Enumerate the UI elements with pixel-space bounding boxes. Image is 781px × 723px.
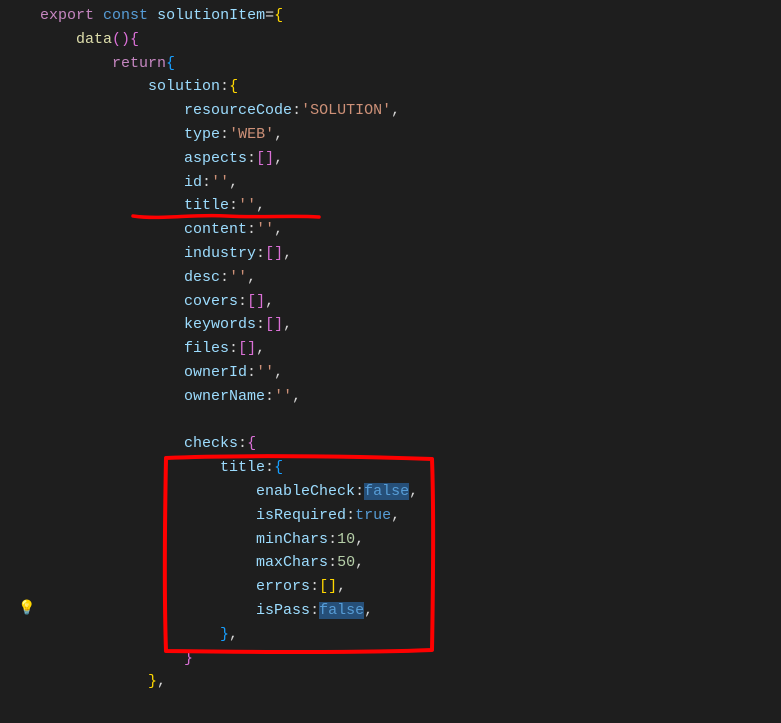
operator: =	[265, 7, 274, 24]
string: ''	[211, 174, 229, 191]
bracket: [	[265, 316, 274, 333]
code-line: title:'',	[40, 194, 781, 218]
code-line: export const solutionItem={	[40, 4, 781, 28]
code-line: content:'',	[40, 218, 781, 242]
brace: {	[247, 435, 256, 452]
code-line: checks:{	[40, 432, 781, 456]
code-line: data(){	[40, 28, 781, 52]
keyword-export: export	[40, 7, 94, 24]
string: ''	[229, 269, 247, 286]
keyword-const: const	[103, 7, 148, 24]
code-line: enableCheck:false,	[40, 480, 781, 504]
property: isRequired	[256, 507, 346, 524]
bracket: [	[256, 150, 265, 167]
code-line: title:{	[40, 456, 781, 480]
property: content	[184, 221, 247, 238]
code-line: industry:[],	[40, 242, 781, 266]
string: ''	[256, 221, 274, 238]
property: title	[184, 197, 229, 214]
boolean: false	[319, 602, 364, 619]
brace: {	[274, 7, 283, 24]
brace: }	[220, 626, 229, 643]
property: minChars	[256, 531, 328, 548]
boolean: true	[355, 507, 391, 524]
string: 'WEB'	[229, 126, 274, 143]
string: ''	[256, 364, 274, 381]
code-line: },	[40, 670, 781, 694]
code-line: desc:'',	[40, 266, 781, 290]
identifier: solutionItem	[157, 7, 265, 24]
code-line: files:[],	[40, 337, 781, 361]
property: type	[184, 126, 220, 143]
property: errors	[256, 578, 310, 595]
code-editor[interactable]: export const solutionItem={ data(){ retu…	[0, 0, 781, 694]
code-line	[40, 409, 781, 433]
function-name: data	[76, 31, 112, 48]
property: checks	[184, 435, 238, 452]
code-line: errors:[],	[40, 575, 781, 599]
property: title	[220, 459, 265, 476]
property: industry	[184, 245, 256, 262]
code-line: minChars:10,	[40, 528, 781, 552]
property: desc	[184, 269, 220, 286]
code-line: ownerName:'',	[40, 385, 781, 409]
code-line: maxChars:50,	[40, 551, 781, 575]
paren: ()	[112, 31, 130, 48]
bracket: [	[265, 245, 274, 262]
code-line: isPass:false,	[40, 599, 781, 623]
brace: {	[130, 31, 139, 48]
keyword-return: return	[112, 55, 166, 72]
lightbulb-icon[interactable]: 💡	[18, 598, 35, 622]
string: ''	[274, 388, 292, 405]
code-line: type:'WEB',	[40, 123, 781, 147]
bracket: ]	[247, 340, 256, 357]
property: ownerId	[184, 364, 247, 381]
property: maxChars	[256, 554, 328, 571]
property: resourceCode	[184, 102, 292, 119]
bracket: ]	[274, 316, 283, 333]
property: keywords	[184, 316, 256, 333]
property: enableCheck	[256, 483, 355, 500]
brace: {	[166, 55, 175, 72]
bracket: [	[247, 293, 256, 310]
property: ownerName	[184, 388, 265, 405]
code-line: return{	[40, 52, 781, 76]
string: ''	[238, 197, 256, 214]
bracket: ]	[328, 578, 337, 595]
brace: }	[148, 673, 157, 690]
brace: {	[229, 78, 238, 95]
property: aspects	[184, 150, 247, 167]
bracket: ]	[256, 293, 265, 310]
bracket: ]	[265, 150, 274, 167]
number: 50	[337, 554, 355, 571]
brace: {	[274, 459, 283, 476]
property: isPass	[256, 602, 310, 619]
code-line: covers:[],	[40, 290, 781, 314]
code-line: }	[40, 647, 781, 671]
boolean: false	[364, 483, 409, 500]
code-line: id:'',	[40, 171, 781, 195]
code-line: },	[40, 623, 781, 647]
property: id	[184, 174, 202, 191]
property: files	[184, 340, 229, 357]
bracket: ]	[274, 245, 283, 262]
code-line: keywords:[],	[40, 313, 781, 337]
code-line: aspects:[],	[40, 147, 781, 171]
number: 10	[337, 531, 355, 548]
bracket: [	[319, 578, 328, 595]
property: solution	[148, 78, 220, 95]
code-line: solution:{	[40, 75, 781, 99]
brace: }	[184, 650, 193, 667]
code-line: ownerId:'',	[40, 361, 781, 385]
code-line: resourceCode:'SOLUTION',	[40, 99, 781, 123]
property: covers	[184, 293, 238, 310]
string: 'SOLUTION'	[301, 102, 391, 119]
code-line: isRequired:true,	[40, 504, 781, 528]
bracket: [	[238, 340, 247, 357]
